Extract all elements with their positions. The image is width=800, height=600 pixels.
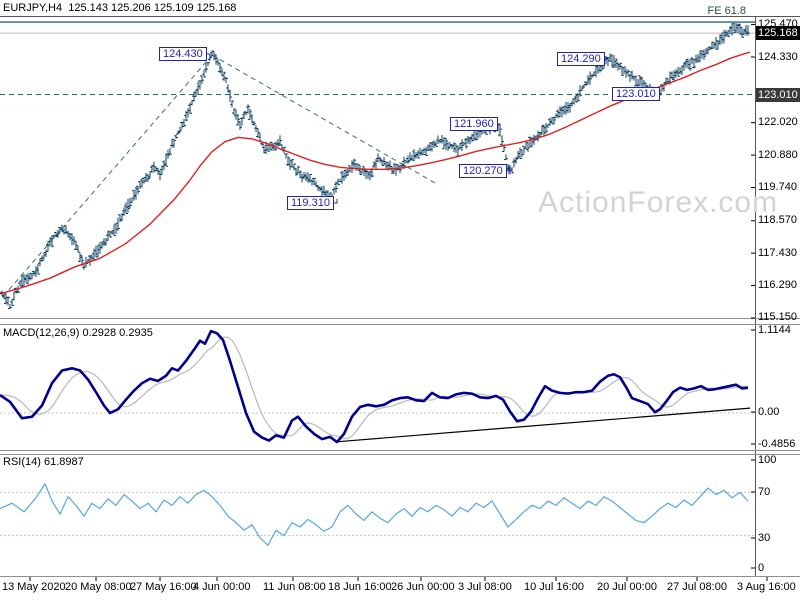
- macd-axis-label: -0.4856: [758, 437, 796, 450]
- time-axis-label: 20 May 08:00: [65, 581, 132, 593]
- price-axis-label: 120.880: [758, 148, 798, 161]
- price-axis-label: 118.570: [758, 214, 797, 227]
- current-price-axis-box: 125.168: [756, 26, 800, 41]
- rsi-axis-label: 30: [758, 531, 771, 544]
- symbol-ohlc-header: EURJPY,H4 125.143 125.206 125.109 125.16…: [3, 2, 237, 14]
- price-axis-label: 119.740: [758, 180, 797, 193]
- trading-chart-window: EURJPY,H4 125.143 125.206 125.109 125.16…: [0, 0, 800, 600]
- time-axis-label: 11 Jun 08:00: [263, 581, 326, 593]
- chart-annotation-121-960: 121.960: [450, 117, 498, 131]
- price-axis-label: 124.330: [758, 50, 798, 63]
- rsi-axis-label: 100: [758, 453, 777, 466]
- rsi-indicator-label: RSI(14) 61.8987: [3, 456, 84, 468]
- chart-annotation-120-270: 120.270: [459, 164, 507, 178]
- rsi-axis-label: 70: [758, 485, 771, 498]
- time-axis-label: 3 Jul 08:00: [458, 581, 512, 593]
- time-axis-label: 27 May 16:00: [130, 581, 197, 593]
- time-axis-label: 26 Jun 00:00: [391, 581, 455, 593]
- time-axis-label: 20 Jul 00:00: [597, 581, 657, 593]
- chart-annotation-124-290: 124.290: [557, 52, 605, 66]
- time-axis-label: 4 Jun 00:00: [193, 581, 251, 593]
- chart-canvas[interactable]: [0, 0, 800, 600]
- time-axis-label: 13 May 2020: [2, 581, 66, 593]
- time-axis-label: 3 Aug 16:00: [737, 581, 796, 593]
- macd-axis-label: 1.1144: [758, 323, 791, 336]
- time-axis-label: 18 Jun 16:00: [328, 581, 392, 593]
- rsi-axis-label: 0: [758, 561, 765, 574]
- chart-annotation-119-310: 119.310: [287, 196, 334, 210]
- support-level-axis-box: 123.010: [756, 87, 800, 102]
- actionforex-watermark: ActionForex.com: [538, 186, 779, 219]
- price-axis-label: 117.430: [758, 246, 797, 259]
- price-axis-label: 122.020: [758, 116, 798, 129]
- fibonacci-extension-label: FE 61.8: [707, 5, 746, 17]
- macd-indicator-label: MACD(12,26,9) 0.2928 0.2935: [3, 327, 153, 339]
- chart-annotation-124-430: 124.430: [159, 47, 207, 61]
- time-axis-label: 10 Jul 16:00: [524, 581, 584, 593]
- time-axis-label: 27 Jul 08:00: [667, 581, 727, 593]
- chart-annotation-123-010: 123.010: [612, 87, 660, 101]
- macd-axis-label: 0.00: [758, 405, 780, 418]
- price-axis-label: 116.290: [758, 279, 797, 292]
